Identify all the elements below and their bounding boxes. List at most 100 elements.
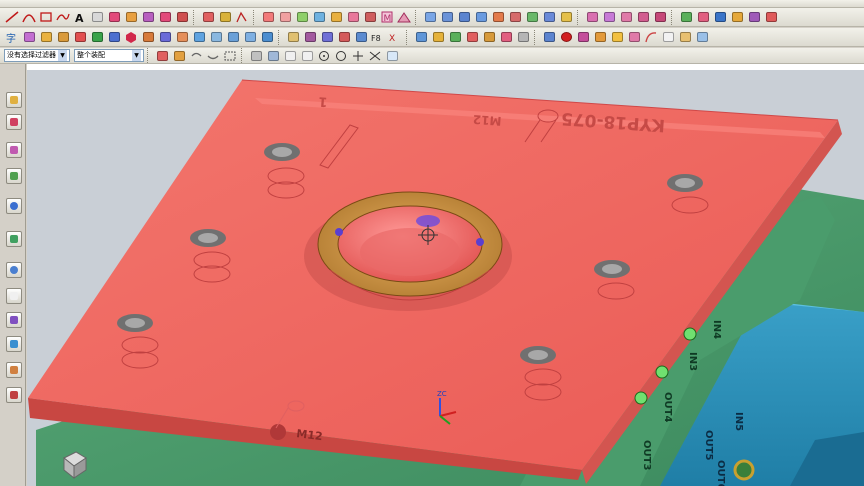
thicken-icon[interactable]	[712, 10, 728, 25]
line-icon[interactable]	[4, 10, 20, 25]
rectangle-icon[interactable]	[38, 10, 54, 25]
patch-icon[interactable]	[695, 10, 711, 25]
stop-icon[interactable]	[558, 30, 574, 45]
layer-icon[interactable]	[106, 30, 122, 45]
system-materials-icon[interactable]	[6, 362, 22, 378]
shaded-view-icon[interactable]	[248, 48, 264, 63]
cylinder-icon[interactable]	[311, 10, 327, 25]
wrap-icon[interactable]	[626, 30, 642, 45]
info-icon[interactable]	[447, 30, 463, 45]
offset-face-icon[interactable]	[507, 10, 523, 25]
grid-icon[interactable]	[515, 30, 531, 45]
type-filter-dropdown[interactable]: 没有选择过滤器 ▼	[4, 49, 70, 62]
pattern-icon[interactable]	[584, 10, 600, 25]
snap-intersect-icon[interactable]	[350, 48, 366, 63]
drawing-icon[interactable]	[336, 30, 352, 45]
bridge-curve-icon[interactable]	[123, 10, 139, 25]
x-icon[interactable]: X	[387, 30, 403, 45]
sketch-icon[interactable]	[21, 30, 37, 45]
snap-end-icon[interactable]	[282, 48, 298, 63]
color-palette-icon[interactable]	[89, 30, 105, 45]
snap-tangent-icon[interactable]	[384, 48, 400, 63]
snap-point-icon[interactable]	[367, 48, 383, 63]
datum-csys-icon[interactable]	[72, 30, 88, 45]
wcs-icon[interactable]	[541, 30, 557, 45]
edge-blend-icon[interactable]	[422, 10, 438, 25]
ejector-icon[interactable]	[174, 30, 190, 45]
part-icon[interactable]	[123, 30, 139, 45]
section-icon[interactable]	[481, 30, 497, 45]
measure-angle-icon[interactable]	[430, 30, 446, 45]
snap-center-icon[interactable]	[316, 48, 332, 63]
constraint-navigator-icon[interactable]	[6, 114, 22, 130]
shell-icon[interactable]	[473, 10, 489, 25]
split-body-icon[interactable]	[558, 10, 574, 25]
selection-scope-dropdown[interactable]: 整个装配 ▼	[74, 49, 144, 62]
graphics-window[interactable]: KYP18-075 1 M12 M12 OUT3 OUT4 IN3 IN4 OU…	[27, 64, 864, 486]
undo-icon[interactable]	[188, 48, 204, 63]
snap-quadrant-icon[interactable]	[333, 48, 349, 63]
insert-icon[interactable]	[157, 30, 173, 45]
boss-icon[interactable]: M	[379, 10, 395, 25]
datum-plane-icon[interactable]	[38, 30, 54, 45]
box-icon[interactable]	[592, 30, 608, 45]
cooling-connector[interactable]	[634, 391, 648, 405]
cooling-connector[interactable]	[655, 365, 669, 379]
spline-icon[interactable]	[55, 10, 71, 25]
unite-icon[interactable]	[618, 10, 634, 25]
curve-length-icon[interactable]	[234, 10, 250, 25]
point-icon[interactable]	[89, 10, 105, 25]
delete-face-icon[interactable]	[763, 10, 779, 25]
bounding-body-icon[interactable]	[609, 30, 625, 45]
fine-icon[interactable]	[353, 30, 369, 45]
analysis-icon[interactable]	[464, 30, 480, 45]
chamfer-icon[interactable]	[439, 10, 455, 25]
hole-icon[interactable]	[362, 10, 378, 25]
sew-icon[interactable]	[678, 10, 694, 25]
electrode-icon[interactable]	[285, 30, 301, 45]
trim-body-icon[interactable]	[541, 10, 557, 25]
redo-icon[interactable]	[205, 48, 221, 63]
lifter-icon[interactable]	[208, 30, 224, 45]
reuse-library-icon[interactable]	[6, 168, 22, 184]
cooling-connector[interactable]	[733, 459, 755, 481]
curve-icon[interactable]	[643, 30, 659, 45]
manufacturing-icon[interactable]	[6, 387, 22, 403]
edit-curve-icon[interactable]	[200, 10, 216, 25]
clock-icon[interactable]	[6, 262, 22, 278]
runner-icon[interactable]	[242, 30, 258, 45]
process-icon[interactable]	[6, 288, 22, 304]
scale-body-icon[interactable]	[524, 10, 540, 25]
thread-icon[interactable]	[729, 10, 745, 25]
gate-icon[interactable]	[225, 30, 241, 45]
roles-icon[interactable]	[6, 312, 22, 328]
offset-curve-icon[interactable]	[106, 10, 122, 25]
f8-view-icon[interactable]: F8	[370, 30, 386, 45]
bom-icon[interactable]	[319, 30, 335, 45]
face-blend-icon[interactable]	[456, 10, 472, 25]
curve-param-icon[interactable]	[217, 10, 233, 25]
cooling-icon[interactable]	[259, 30, 275, 45]
datum-axis-icon[interactable]	[55, 30, 71, 45]
arc-icon[interactable]	[21, 10, 37, 25]
palette-icon[interactable]	[6, 336, 22, 352]
snap-filter-icon[interactable]	[154, 48, 170, 63]
mirror-icon[interactable]	[601, 10, 617, 25]
project-curve-icon[interactable]	[140, 10, 156, 25]
history-icon[interactable]	[6, 198, 22, 214]
intersect-icon[interactable]	[652, 10, 668, 25]
pocket-tool-icon[interactable]	[302, 30, 318, 45]
view-orient-icon[interactable]	[265, 48, 281, 63]
text-icon[interactable]: A	[72, 10, 88, 25]
mold-assembly-model[interactable]: KYP18-075 1 M12 M12 OUT3 OUT4 IN3 IN4 OU…	[27, 64, 864, 486]
curvature-icon[interactable]	[498, 30, 514, 45]
cooling-connector[interactable]	[683, 327, 697, 341]
block-icon[interactable]	[294, 10, 310, 25]
pocket-icon[interactable]	[396, 10, 412, 25]
measure-distance-icon[interactable]	[413, 30, 429, 45]
mold-base-icon[interactable]	[140, 30, 156, 45]
web-browser-icon[interactable]	[6, 231, 22, 247]
draft-icon[interactable]	[490, 10, 506, 25]
subtract-icon[interactable]	[635, 10, 651, 25]
revolve-icon[interactable]	[277, 10, 293, 25]
